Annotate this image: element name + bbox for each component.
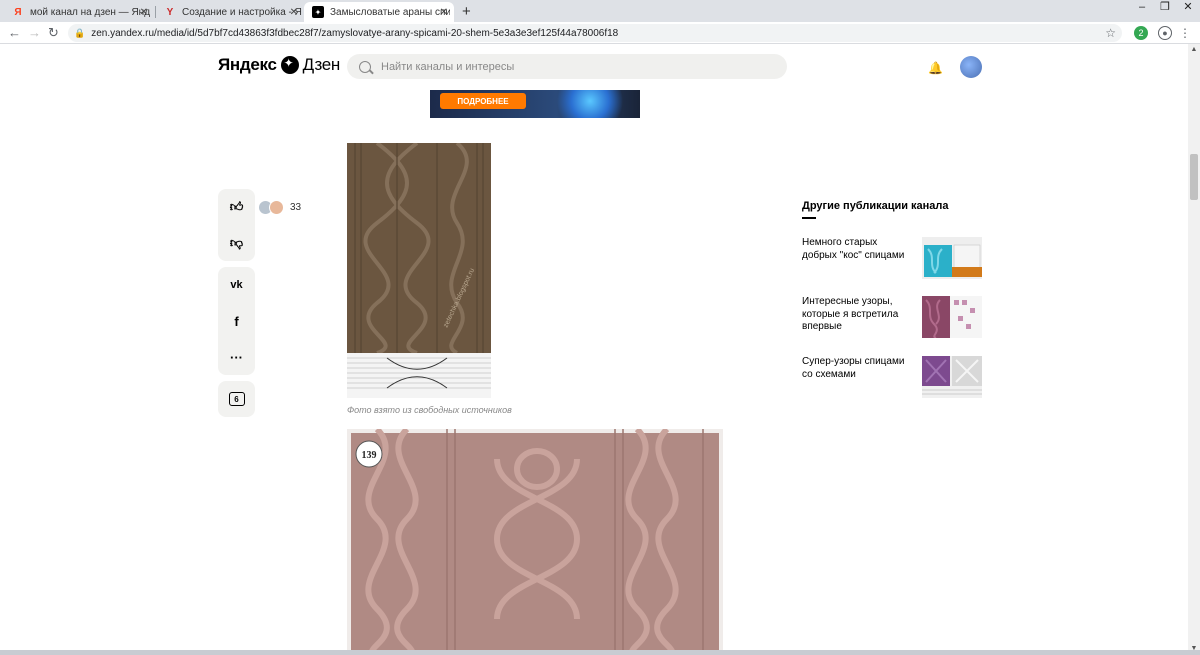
logo-yandex-text: Яндекс [218,55,277,74]
browser-tab-3-active[interactable]: ✦ Замысловатые араны спицами ✕ [304,2,454,22]
notifications-bell-icon[interactable]: 🔔 [928,61,943,75]
publication-thumbnail [922,237,982,279]
search-input[interactable]: Найти каналы и интересы [347,54,787,79]
knitting-pattern-image-2: 139 [347,429,723,655]
reload-icon[interactable]: ↻ [48,25,59,41]
article-actions: 👍︎ 👎︎ vk f ··· 6 [218,189,255,423]
lock-icon: 🔒 [74,27,86,38]
vk-icon: vk [230,279,243,291]
pattern-number-badge: 139 [362,450,377,461]
close-tab-icon[interactable]: ✕ [440,7,448,18]
thumbnail-image [922,237,982,279]
comment-icon: 6 [228,392,245,406]
share-facebook-button[interactable]: f [218,303,255,339]
scroll-up-icon[interactable]: ▲ [1188,44,1200,56]
thumbs-down-icon: 👎︎ [229,235,244,250]
share-group: vk f ··· [218,267,255,375]
restore-icon[interactable]: ❐ [1153,0,1177,16]
dzen-logo[interactable]: Яндекс Дзен [218,55,340,75]
publication-thumbnail [922,296,982,338]
tab-title: Замысловатые араны спицами [330,6,450,18]
close-tab-icon[interactable]: ✕ [290,7,298,18]
ad-banner[interactable]: ПОДРОБНЕЕ [430,90,640,118]
yandex-y-icon: Y [166,6,174,18]
likes-info: 33 [258,200,301,215]
dzen-icon: ✦ [312,6,324,18]
search-icon [359,60,371,73]
more-share-button[interactable]: ··· [218,339,255,375]
page-scrollbar[interactable]: ▲ ▼ [1188,44,1200,655]
ad-graphic [550,90,630,118]
publication-card[interactable]: Супер-узоры спицами со схемами [802,356,982,398]
url-field[interactable]: 🔒 zen.yandex.ru/media/id/5d7bf7cd43863f3… [68,24,1122,42]
close-window-icon[interactable]: ✕ [1176,0,1200,16]
other-publications: Другие публикации канала Немного старых … [802,200,982,398]
address-bar: ← → ↻ 🔒 zen.yandex.ru/media/id/5d7bf7cd4… [0,22,1200,44]
back-icon[interactable]: ← [8,25,21,40]
comments-group: 6 [218,381,255,417]
close-tab-icon[interactable]: ✕ [140,7,148,18]
publication-thumbnail [922,356,982,398]
dzen-header: Яндекс Дзен Найти каналы и интересы 🔔 [0,44,1200,90]
yandex-icon: Я [14,6,22,18]
dislike-button[interactable]: 👎︎ [218,225,255,261]
knitting-pattern-image-1: zetechka.blogspot.ru [347,143,491,398]
thumbnail-image [922,296,982,338]
url-text: zen.yandex.ru/media/id/5d7bf7cd43863f3fd… [91,27,619,39]
bookmark-star-icon[interactable]: ☆ [1105,26,1116,40]
publication-title: Немного старых добрых "кос" спицами [802,237,905,261]
more-dots-icon: ··· [230,349,243,365]
os-taskbar-edge [0,650,1200,655]
publication-title: Интересные узоры, которые я встретила вп… [802,296,899,332]
extension-badge: 2 [1138,28,1144,38]
ad-more-button[interactable]: ПОДРОБНЕЕ [440,93,526,109]
profile-icon[interactable]: ● [1158,26,1172,40]
other-publications-title: Другие публикации канала [802,200,949,212]
minimize-icon[interactable]: – [1130,0,1154,16]
forward-icon[interactable]: → [28,25,41,40]
dzen-star-icon [280,56,299,74]
menu-kebab-icon[interactable]: ⋮ [1178,26,1192,40]
publication-title: Супер-узоры спицами со схемами [802,356,905,380]
knitting-photo: 139 [347,429,723,655]
tab-title: Создание и настройка - Яндекс [182,6,302,18]
knitting-photo: zetechka.blogspot.ru [347,143,491,398]
scrollbar-thumb[interactable] [1190,154,1198,200]
thumbs-up-icon: 👍︎ [229,199,244,214]
extension-icon[interactable]: 2 [1134,26,1148,40]
user-avatar[interactable] [960,56,982,78]
browser-tab-strip: Я мой канал на дзен — Яндекс: н ✕ Y Созд… [0,0,1200,22]
share-vk-button[interactable]: vk [218,267,255,303]
publication-card[interactable]: Немного старых добрых "кос" спицами [802,237,982,279]
like-button[interactable]: 👍︎ [218,189,255,225]
comments-count: 6 [234,394,239,404]
reaction-group: 👍︎ 👎︎ [218,189,255,261]
thumbnail-image [922,356,982,398]
image-caption: Фото взято из свободных источников [347,405,512,415]
logo-dzen-text: Дзен [302,55,341,74]
browser-tab-1[interactable]: Я мой канал на дзен — Яндекс: н ✕ [4,2,154,22]
title-underline [802,217,816,219]
tab-title: мой канал на дзен — Яндекс: н [30,6,150,18]
likes-count: 33 [290,202,302,213]
browser-tab-2[interactable]: Y Создание и настройка - Яндекс ✕ [156,2,304,22]
comments-button[interactable]: 6 [218,381,255,417]
facebook-icon: f [234,313,239,329]
search-placeholder: Найти каналы и интересы [381,60,515,73]
liker-avatar [269,200,284,215]
new-tab-button[interactable]: + [462,3,471,20]
publication-card[interactable]: Интересные узоры, которые я встретила вп… [802,296,982,338]
